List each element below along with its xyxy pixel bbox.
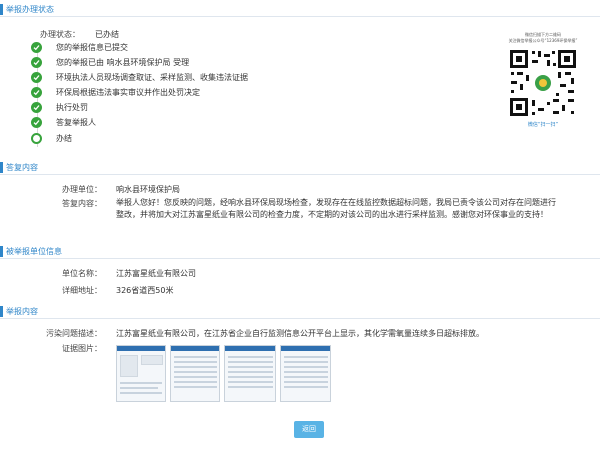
section-title-status: 举报办理状态	[0, 4, 600, 15]
progress-step-label: 答复举报人	[56, 118, 96, 127]
check-icon	[31, 102, 42, 113]
evidence-image-thumbnail[interactable]	[170, 345, 220, 402]
progress-step-label: 您的举报已由 响水县环境保护局 受理	[56, 58, 190, 67]
problem-desc-label: 污染问题描述：	[46, 329, 102, 338]
address-value: 326省道西50米	[116, 286, 174, 295]
progress-step-label: 执行处罚	[56, 103, 88, 112]
check-icon	[31, 42, 42, 53]
status-label: 办理状态：	[40, 30, 80, 39]
section-divider	[0, 258, 600, 259]
check-icon	[31, 57, 42, 68]
check-icon	[31, 87, 42, 98]
evidence-image-thumbnail[interactable]	[116, 345, 166, 402]
qr-code-icon	[508, 48, 578, 118]
status-value: 已办结	[95, 30, 119, 39]
section-title-reply: 答复内容	[0, 162, 600, 173]
reply-content-value: 举报人您好！您反映的问题，经响水县环保局现场检查，发现存在在线监控数据超标问题，…	[116, 198, 556, 219]
evidence-image-thumbnail[interactable]	[280, 345, 331, 402]
section-title-reported-unit: 被举报单位信息	[0, 246, 600, 257]
check-icon	[31, 72, 42, 83]
unit-name-label: 单位名称：	[62, 269, 102, 278]
problem-desc-value: 江苏富星纸业有限公司，在江苏省企业自行监测信息公开平台上显示，其化学需氧量连续多…	[116, 329, 484, 338]
circle-icon	[31, 133, 42, 144]
progress-step-label: 办结	[56, 134, 72, 143]
section-title-report-content: 举报内容	[0, 306, 600, 317]
reply-content-label: 答复内容：	[62, 199, 102, 208]
unit-label: 办理单位：	[62, 185, 102, 194]
check-icon	[31, 117, 42, 128]
section-divider	[0, 16, 600, 17]
section-divider	[0, 318, 600, 319]
progress-step-label: 您的举报信息已提交	[56, 43, 128, 52]
unit-name-value: 江苏富星纸业有限公司	[116, 269, 196, 278]
progress-step-label: 环保局根据违法事实审议并作出处罚决定	[56, 88, 200, 97]
evidence-image-thumbnail[interactable]	[224, 345, 276, 402]
qr-caption: 微信“扫一扫”	[527, 122, 559, 128]
back-button[interactable]: 返回	[294, 421, 324, 438]
section-divider	[0, 174, 600, 175]
progress-step-label: 环境执法人员现场调查取证、采样监测、收集违法证据	[56, 73, 248, 82]
evidence-label: 证据图片：	[62, 344, 102, 353]
unit-value: 响水县环境保护局	[116, 185, 180, 194]
address-label: 详细地址：	[62, 286, 102, 295]
qr-panel: 微信扫描下方二维码 关注微信举报公众号“12369环保举报” 微信“扫一扫”	[495, 32, 591, 128]
qr-note-line2: 关注微信举报公众号“12369环保举报”	[508, 38, 578, 43]
